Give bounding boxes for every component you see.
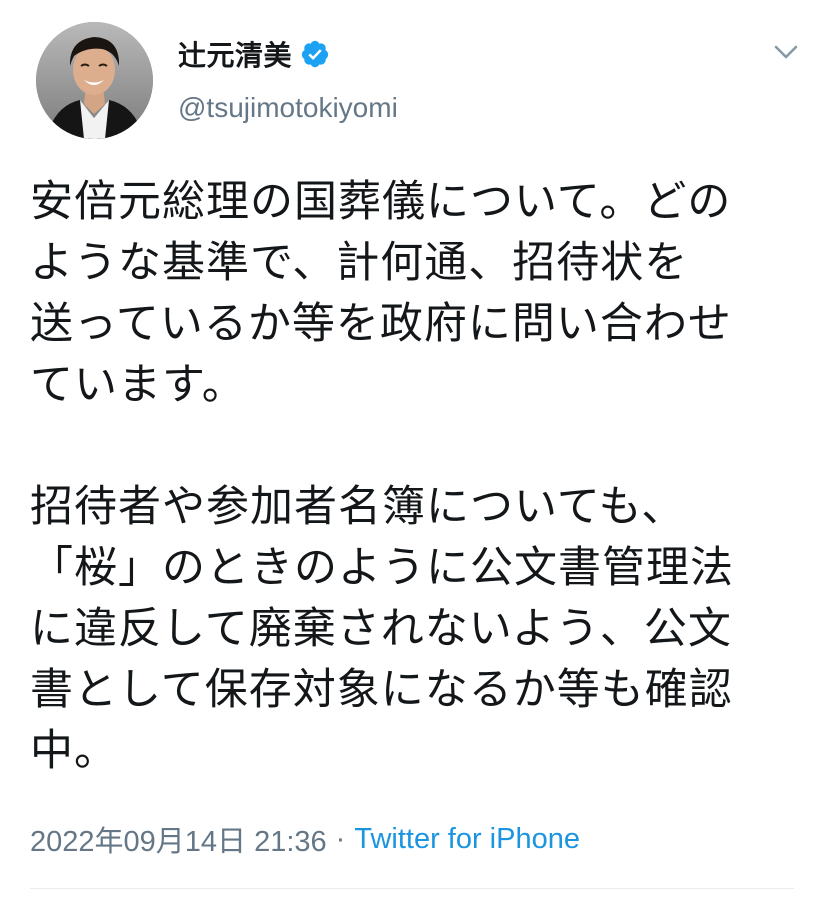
verified-badge-icon: [300, 39, 330, 69]
author-name-row: 辻元清美: [178, 34, 330, 74]
tweet-metadata: 2022年09月14日 21:36 · Twitter for iPhone: [30, 818, 580, 860]
chevron-down-icon[interactable]: [770, 38, 802, 66]
author-handle[interactable]: @tsujimotokiyomi: [178, 92, 398, 124]
tweet-paragraph: 招待者や参加者名簿についても、 「桜」のときのように公文書管理法 に違反して廃棄…: [30, 482, 734, 776]
divider: [30, 888, 794, 889]
source-link[interactable]: Twitter for iPhone: [354, 823, 580, 856]
tweet-text: 安倍元総理の国葬儀について。どの ような基準で、計何通、招待状を 送っているか等…: [30, 172, 810, 782]
avatar-photo: [36, 22, 153, 139]
avatar[interactable]: [36, 22, 153, 139]
metadata-separator: ·: [335, 822, 346, 855]
display-name[interactable]: 辻元清美: [178, 34, 292, 74]
tweet-detail: 辻元清美 @tsujimotokiyomi 安倍元総理の国葬儀について。どの よ…: [0, 0, 824, 900]
timestamp[interactable]: 2022年09月14日 21:36: [30, 818, 327, 860]
tweet-paragraph: 安倍元総理の国葬儀について。どの ような基準で、計何通、招待状を 送っているか等…: [30, 177, 732, 410]
